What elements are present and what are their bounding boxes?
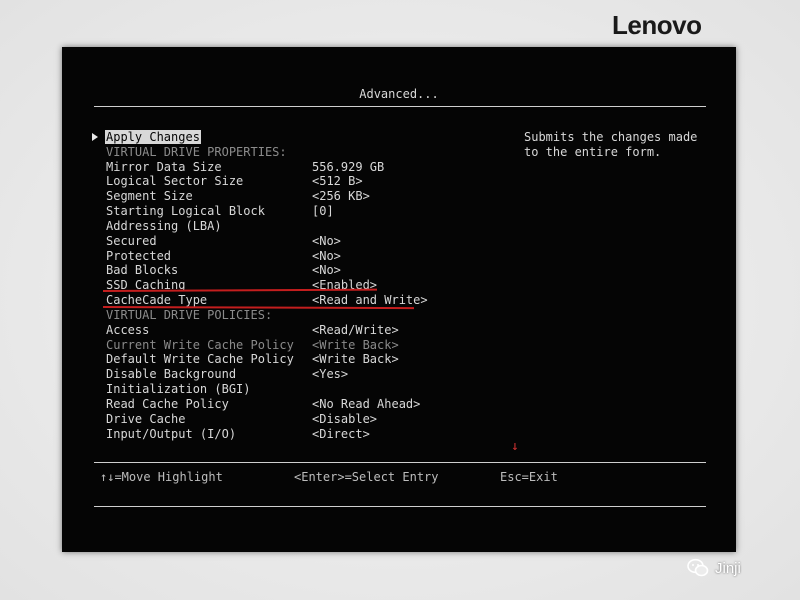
setting-row-default-write-cache-policy[interactable]: Default Write Cache Policy <Write Back> — [94, 352, 514, 366]
setting-label: Read Cache Policy — [106, 396, 229, 411]
page-title: Advanced... — [359, 87, 439, 101]
setting-value[interactable]: [0] — [312, 204, 334, 218]
setting-label: Starting Logical Block — [106, 204, 265, 219]
lenovo-logo: Lenovo — [612, 10, 702, 40]
setting-label: Drive Cache — [106, 411, 186, 426]
help-text: Submits the changes made to the entire f… — [524, 130, 698, 159]
setting-value[interactable]: <No> — [312, 263, 341, 277]
setting-label: Default Write Cache Policy — [106, 352, 294, 367]
selection-pointer-icon — [92, 133, 98, 141]
setting-row-segment-size[interactable]: Segment Size <256 KB> — [94, 189, 514, 203]
scroll-down-indicator-icon: ↓ — [511, 439, 519, 454]
setting-value[interactable]: <Read and Write> — [312, 293, 428, 307]
setting-row-access[interactable]: Access <Read/Write> — [94, 323, 514, 337]
watermark: Jinji — [687, 556, 741, 580]
setting-label: Current Write Cache Policy — [106, 337, 294, 352]
setting-value[interactable]: <Direct> — [312, 427, 370, 441]
setting-label: Addressing (LBA) — [106, 218, 222, 233]
setting-value[interactable]: <256 KB> — [312, 189, 370, 203]
setting-row-disable-background[interactable]: Disable Background <Yes> — [94, 367, 514, 381]
setting-label: Disable Background — [106, 367, 237, 382]
setting-row-input-output-i-o[interactable]: Input/Output (I/O) <Direct> — [94, 427, 514, 441]
title-divider — [94, 106, 706, 107]
setting-row-drive-cache[interactable]: Drive Cache <Disable> — [94, 412, 514, 426]
footer-bottom-divider — [94, 506, 706, 507]
setting-label: VIRTUAL DRIVE PROPERTIES: — [106, 144, 287, 159]
setting-row-mirror-data-size[interactable]: Mirror Data Size 556.929 GB — [94, 160, 514, 174]
setting-label: CacheCade Type — [106, 293, 208, 308]
setting-row-read-cache-policy[interactable]: Read Cache Policy <No Read Ahead> — [94, 397, 514, 411]
setting-label: Logical Sector Size — [106, 174, 244, 189]
setting-label: Input/Output (I/O) — [106, 426, 237, 441]
setting-label: Mirror Data Size — [106, 159, 222, 174]
footer-exit-hint: Esc=Exit — [500, 470, 558, 484]
setting-value[interactable]: 556.929 GB — [312, 160, 384, 174]
setting-row-current-write-cache-policy: Current Write Cache Policy <Write Back> — [94, 338, 514, 352]
setting-value[interactable]: <No> — [312, 249, 341, 263]
bios-screen: Advanced... Apply Changes VIRTUAL DRIVE P… — [62, 47, 736, 552]
section-header-virtual-drive-policies: VIRTUAL DRIVE POLICIES: — [94, 308, 514, 322]
setting-row-addressing-lba[interactable]: Addressing (LBA) — [94, 219, 514, 233]
setting-value[interactable]: <Write Back> — [312, 352, 399, 366]
setting-label: Initialization (BGI) — [106, 382, 251, 397]
setting-value[interactable]: <Yes> — [312, 367, 348, 381]
setting-row-logical-sector-size[interactable]: Logical Sector Size <512 B> — [94, 174, 514, 188]
footer-select-hint: <Enter>=Select Entry — [294, 470, 439, 484]
watermark-text: Jinji — [715, 559, 741, 577]
setting-value[interactable]: <Read/Write> — [312, 323, 399, 337]
setting-label: VIRTUAL DRIVE POLICIES: — [106, 307, 273, 322]
footer-top-divider — [94, 462, 706, 463]
setting-value[interactable]: <Disable> — [312, 412, 377, 426]
setting-value[interactable]: <No> — [312, 234, 341, 248]
setting-row-secured[interactable]: Secured <No> — [94, 234, 514, 248]
setting-row-starting-logical-block[interactable]: Starting Logical Block [0] — [94, 204, 514, 218]
section-header-virtual-drive-properties: VIRTUAL DRIVE PROPERTIES: — [94, 145, 514, 159]
setting-value[interactable]: <512 B> — [312, 174, 363, 188]
setting-row-initialization-bgi[interactable]: Initialization (BGI) — [94, 382, 514, 396]
footer-move-hint: ↑↓=Move Highlight — [100, 470, 223, 484]
setting-label: Segment Size — [106, 189, 193, 204]
setting-label: Apply Changes — [105, 130, 201, 144]
setting-row-apply-changes[interactable]: Apply Changes — [92, 130, 514, 144]
setting-label: Bad Blocks — [106, 263, 179, 278]
setting-value[interactable]: <No Read Ahead> — [312, 397, 420, 411]
setting-row-bad-blocks[interactable]: Bad Blocks <No> — [94, 263, 514, 277]
setting-label: Protected — [106, 248, 172, 263]
setting-label: Access — [106, 322, 150, 337]
setting-label: Secured — [106, 233, 157, 248]
setting-row-protected[interactable]: Protected <No> — [94, 249, 514, 263]
wechat-icon — [687, 558, 709, 577]
setting-row-cachecade-type[interactable]: CacheCade Type <Read and Write> — [94, 293, 514, 307]
setting-value: <Write Back> — [312, 337, 399, 352]
